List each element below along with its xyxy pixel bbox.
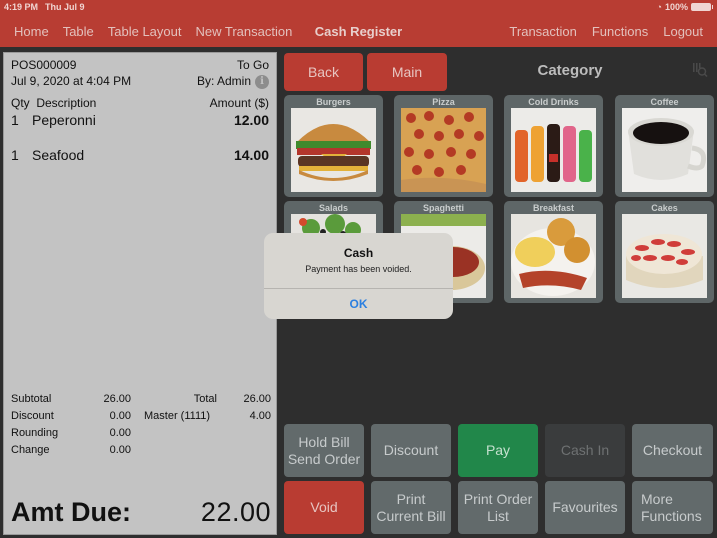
category-label: Burgers (316, 97, 351, 107)
change-label: Change (11, 444, 50, 456)
status-time: 4:19 PM (4, 2, 39, 12)
category-title: Category (537, 62, 603, 79)
cold-drinks-image (511, 108, 596, 192)
print-current-bill-button[interactable]: Print Current Bill (371, 481, 451, 534)
total-value: 26.00 (243, 393, 271, 405)
amount-due-label: Amt Due: (11, 497, 131, 527)
breakfast-image (511, 214, 596, 298)
cash-in-button[interactable]: Cash In (545, 424, 625, 477)
status-indicators: ◔ 100% (656, 2, 713, 12)
discount-label: Discount (11, 410, 54, 422)
order-by: By: Admin i (197, 74, 269, 89)
category-label: Spaghetti (422, 203, 464, 213)
item-amount: 12.00 (233, 112, 269, 128)
item-description: Peperonni (32, 112, 96, 128)
list-item[interactable]: 1 Seafood 14.00 (11, 147, 269, 163)
item-qty: 1 (11, 147, 19, 163)
discount-button[interactable]: Discount (371, 424, 451, 477)
category-label: Salads (318, 203, 349, 213)
item-amount: 14.00 (233, 147, 269, 163)
battery-icon (691, 3, 713, 11)
nav-right: Transaction Functions Logout (509, 24, 703, 39)
info-icon[interactable]: i (255, 74, 269, 89)
nav-table[interactable]: Table (63, 24, 94, 39)
category-label: Pizza (432, 97, 455, 107)
order-type: To Go (236, 58, 269, 72)
print-order-list-button[interactable]: Print Order List (458, 481, 538, 534)
battery-percent: 100% (664, 2, 688, 12)
item-description: Seafood (32, 147, 85, 163)
category-label: Cakes (651, 203, 678, 213)
burger-image (291, 108, 376, 192)
nav-transaction[interactable]: Transaction (509, 24, 576, 39)
search-icon[interactable] (692, 62, 708, 78)
alert-message: Payment has been voided. (305, 264, 412, 274)
back-button[interactable]: Back (284, 53, 363, 91)
top-bar: 4:19 PM Thu Jul 9 ◔ 100% Home Table Tabl… (0, 0, 717, 47)
change-value: 0.00 (109, 444, 131, 456)
nav-left: Home Table Table Layout New Transaction (14, 24, 292, 39)
category-label: Coffee (650, 97, 679, 107)
wifi-icon: ◔ (656, 2, 662, 12)
list-item[interactable]: 1 Peperonni 12.00 (11, 112, 269, 128)
order-by-label: By: Admin (196, 74, 251, 88)
amount-due-value: 22.00 (200, 497, 271, 527)
rounding-value: 0.00 (109, 427, 131, 439)
nav-table-layout[interactable]: Table Layout (108, 24, 182, 39)
nav-new-transaction[interactable]: New Transaction (196, 24, 293, 39)
subtotal-label: Subtotal (11, 393, 52, 405)
receipt-header-row: POS000009 To Go (11, 58, 269, 72)
item-qty: 1 (11, 112, 19, 128)
nav-functions[interactable]: Functions (592, 24, 648, 39)
receipt-meta-row: Jul 9, 2020 at 4:04 PM By: Admin i (11, 74, 269, 89)
alert-title: Cash (343, 246, 374, 260)
discount-value: 0.00 (109, 410, 131, 422)
favourites-button[interactable]: Favourites (545, 481, 625, 534)
total-label: Total (193, 393, 217, 405)
category-pizza[interactable]: Pizza (394, 95, 493, 197)
rounding-label: Rounding (11, 427, 59, 439)
amount-due: Amt Due: 22.00 (11, 497, 271, 528)
nav-logout[interactable]: Logout (663, 24, 703, 39)
payment-value: 4.00 (249, 410, 271, 422)
subtotal-value: 26.00 (103, 393, 131, 405)
column-amount: Amount ($) (209, 96, 269, 110)
category-burgers[interactable]: Burgers (284, 95, 383, 197)
nav-home[interactable]: Home (14, 24, 49, 39)
category-label: Cold Drinks (528, 97, 579, 107)
main-button[interactable]: Main (367, 53, 447, 91)
category-breakfast[interactable]: Breakfast (504, 201, 603, 303)
ok-button[interactable]: OK (264, 289, 453, 319)
hold-bill-send-order-button[interactable]: Hold Bill Send Order (284, 424, 364, 477)
column-qty-description: Qty Description (11, 96, 97, 110)
category-cakes[interactable]: Cakes (615, 201, 714, 303)
void-button[interactable]: Void (284, 481, 364, 534)
pay-button[interactable]: Pay (458, 424, 538, 477)
status-date: Thu Jul 9 (45, 2, 85, 12)
pizza-image (401, 108, 486, 192)
more-functions-button[interactable]: More Functions (632, 481, 713, 534)
category-coffee[interactable]: Coffee (615, 95, 714, 197)
order-number: POS000009 (11, 58, 77, 72)
alert-dialog: Cash Payment has been voided. OK (264, 233, 453, 319)
cakes-image (622, 214, 707, 298)
category-cold-drinks[interactable]: Cold Drinks (504, 95, 603, 197)
receipt-panel: POS000009 To Go Jul 9, 2020 at 4:04 PM B… (3, 52, 277, 535)
payment-label: Master (1111) (144, 410, 211, 422)
checkout-button[interactable]: Checkout (632, 424, 713, 477)
category-label: Breakfast (532, 203, 575, 213)
receipt-columns: Qty Description Amount ($) (11, 96, 269, 110)
coffee-image (622, 108, 707, 192)
order-datetime: Jul 9, 2020 at 4:04 PM (11, 74, 132, 88)
